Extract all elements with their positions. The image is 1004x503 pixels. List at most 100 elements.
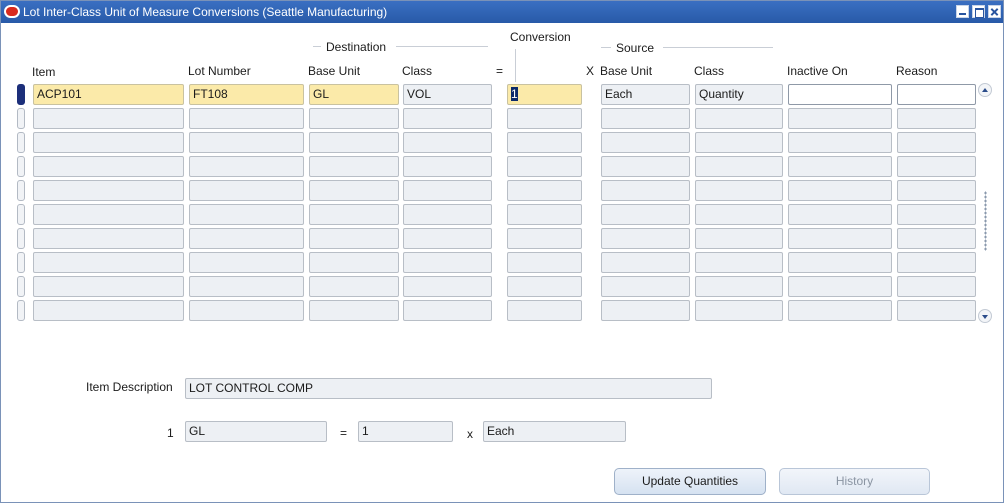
- dest-class-field[interactable]: [403, 300, 492, 321]
- item-field[interactable]: [33, 108, 184, 129]
- record-indicator[interactable]: [17, 228, 25, 249]
- item-field[interactable]: [33, 156, 184, 177]
- src-class-field[interactable]: Quantity: [695, 84, 783, 105]
- src-class-field[interactable]: [695, 132, 783, 153]
- dest-class-field[interactable]: [403, 252, 492, 273]
- conversion-field[interactable]: [507, 204, 582, 225]
- reason-field[interactable]: [897, 84, 976, 105]
- src-class-field[interactable]: [695, 108, 783, 129]
- dest-base-unit-field[interactable]: [309, 228, 399, 249]
- maximize-icon[interactable]: [972, 5, 985, 18]
- records-scrollbar[interactable]: [978, 83, 992, 347]
- inactive-on-field[interactable]: [788, 156, 892, 177]
- conversion-field[interactable]: [507, 180, 582, 201]
- record-indicator[interactable]: [17, 204, 25, 225]
- scroll-grip-icon[interactable]: [984, 191, 987, 251]
- src-class-field[interactable]: [695, 204, 783, 225]
- inactive-on-field[interactable]: [788, 300, 892, 321]
- record-indicator[interactable]: [17, 252, 25, 273]
- reason-field[interactable]: [897, 132, 976, 153]
- src-base-unit-field[interactable]: [601, 252, 690, 273]
- reason-field[interactable]: [897, 108, 976, 129]
- lot-number-field[interactable]: [189, 300, 304, 321]
- item-field[interactable]: [33, 228, 184, 249]
- lot-number-field[interactable]: [189, 108, 304, 129]
- inactive-on-field[interactable]: [788, 180, 892, 201]
- dest-base-unit-field[interactable]: [309, 180, 399, 201]
- src-unit-field[interactable]: Each: [483, 421, 626, 442]
- item-field[interactable]: [33, 252, 184, 273]
- lot-number-field[interactable]: FT108: [189, 84, 304, 105]
- item-field[interactable]: [33, 276, 184, 297]
- dest-class-field[interactable]: [403, 228, 492, 249]
- src-base-unit-field[interactable]: [601, 132, 690, 153]
- lot-number-field[interactable]: [189, 228, 304, 249]
- item-field[interactable]: [33, 204, 184, 225]
- reason-field[interactable]: [897, 300, 976, 321]
- item-description-field[interactable]: LOT CONTROL COMP: [185, 378, 712, 399]
- record-indicator[interactable]: [17, 276, 25, 297]
- scroll-up-icon[interactable]: [978, 83, 992, 97]
- lot-number-field[interactable]: [189, 180, 304, 201]
- inactive-on-field[interactable]: [788, 132, 892, 153]
- dest-base-unit-field[interactable]: [309, 300, 399, 321]
- dest-class-field[interactable]: [403, 204, 492, 225]
- src-class-field[interactable]: [695, 276, 783, 297]
- conversion-field[interactable]: [507, 132, 582, 153]
- dest-class-field[interactable]: [403, 180, 492, 201]
- src-base-unit-field[interactable]: [601, 276, 690, 297]
- item-field[interactable]: [33, 132, 184, 153]
- update-quantities-button[interactable]: Update Quantities: [614, 468, 766, 495]
- scroll-down-icon[interactable]: [978, 309, 992, 323]
- src-class-field[interactable]: [695, 156, 783, 177]
- src-base-unit-field[interactable]: [601, 180, 690, 201]
- src-base-unit-field[interactable]: [601, 156, 690, 177]
- conversion-field[interactable]: [507, 252, 582, 273]
- reason-field[interactable]: [897, 276, 976, 297]
- item-field[interactable]: [33, 300, 184, 321]
- dest-class-field[interactable]: [403, 156, 492, 177]
- src-base-unit-field[interactable]: [601, 300, 690, 321]
- src-class-field[interactable]: [695, 180, 783, 201]
- inactive-on-field[interactable]: [788, 276, 892, 297]
- history-button[interactable]: History: [779, 468, 930, 495]
- src-base-unit-field[interactable]: [601, 204, 690, 225]
- reason-field[interactable]: [897, 204, 976, 225]
- dest-class-field[interactable]: VOL: [403, 84, 492, 105]
- reason-field[interactable]: [897, 156, 976, 177]
- reason-field[interactable]: [897, 252, 976, 273]
- src-base-unit-field[interactable]: Each: [601, 84, 690, 105]
- detail-conversion-field[interactable]: 1: [358, 421, 453, 442]
- lot-number-field[interactable]: [189, 276, 304, 297]
- conversion-field[interactable]: [507, 228, 582, 249]
- src-base-unit-field[interactable]: [601, 228, 690, 249]
- dest-unit-field[interactable]: GL: [185, 421, 327, 442]
- dest-base-unit-field[interactable]: [309, 204, 399, 225]
- item-field[interactable]: ACP101: [33, 84, 184, 105]
- inactive-on-field[interactable]: [788, 228, 892, 249]
- src-class-field[interactable]: [695, 300, 783, 321]
- conversion-field[interactable]: [507, 108, 582, 129]
- reason-field[interactable]: [897, 180, 976, 201]
- dest-base-unit-field[interactable]: [309, 156, 399, 177]
- current-record-indicator[interactable]: [17, 84, 25, 105]
- title-bar[interactable]: Lot Inter-Class Unit of Measure Conversi…: [1, 1, 1003, 23]
- record-indicator[interactable]: [17, 156, 25, 177]
- dest-base-unit-field[interactable]: [309, 252, 399, 273]
- src-base-unit-field[interactable]: [601, 108, 690, 129]
- record-indicator[interactable]: [17, 300, 25, 321]
- dest-base-unit-field[interactable]: [309, 108, 399, 129]
- dest-class-field[interactable]: [403, 276, 492, 297]
- dest-base-unit-field[interactable]: GL: [309, 84, 399, 105]
- record-indicator[interactable]: [17, 108, 25, 129]
- record-indicator[interactable]: [17, 180, 25, 201]
- dest-base-unit-field[interactable]: [309, 276, 399, 297]
- dest-base-unit-field[interactable]: [309, 132, 399, 153]
- lot-number-field[interactable]: [189, 156, 304, 177]
- minimize-icon[interactable]: [956, 5, 969, 18]
- reason-field[interactable]: [897, 228, 976, 249]
- conversion-field[interactable]: [507, 300, 582, 321]
- src-class-field[interactable]: [695, 228, 783, 249]
- record-indicator[interactable]: [17, 132, 25, 153]
- inactive-on-field[interactable]: [788, 108, 892, 129]
